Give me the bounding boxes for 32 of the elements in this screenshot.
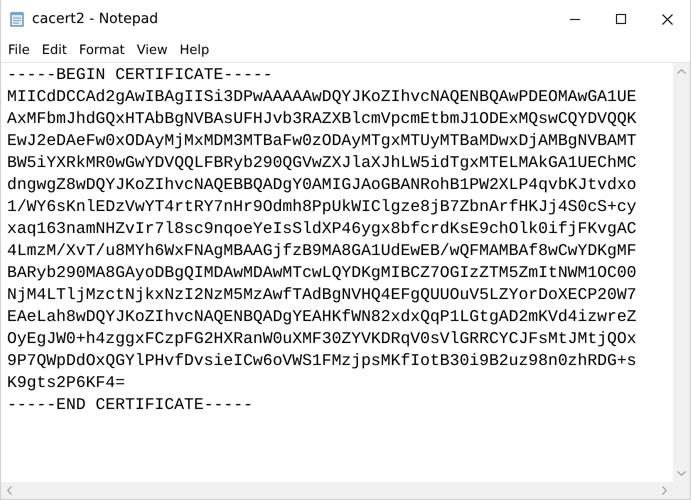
text-line: BARyb290MA8GAyoDBgQIMDAwMDAwMTcwLQYDKgMIBCZ7OGIzZTM5ZmItNWM1OC00	[7, 262, 638, 284]
scroll-down-icon	[677, 471, 686, 476]
text-line: 9P7QWpDdOxQGYlPHvfDvsieICw6oVWS1FMzjpsMKfIotB30i9B2uz98n0zhRDG+s	[7, 350, 638, 372]
window-title: cacert2 - Notepad	[32, 11, 160, 27]
notepad-icon	[9, 11, 25, 27]
text-line: BW5iYXRkMR0wGwYDVQQLFBRyb290QGVwZXJlaXJhLW5idTgxMTELMAkGA1UEChMC	[7, 152, 638, 174]
minimize-icon	[570, 18, 580, 20]
text-line: xaq163namNHZvIr7l8sc9nqoeYeIsSldXP46ygx8bfcrdKsE9chOlk0ifjFKvgAC	[7, 218, 638, 240]
text-line: 1/WY6sKnlEDzVwYT4rtRY7nHr9Odmh8PpUkWIClgze8jB7ZbnArfHKJj4S0cS+cy	[7, 196, 638, 218]
text-line: 4LmzM/XvT/u8MYh6WxFNAgMBAAGjfzB9MA8GA1UdEwEB/wQFMAMBAf8wCwYDKgMF	[7, 240, 638, 262]
menu-item[interactable]: Help	[174, 42, 216, 58]
menu-item[interactable]: File	[2, 42, 36, 58]
vertical-scrollbar[interactable]	[673, 63, 690, 482]
text-line: dngwgZ8wDQYJKoZIhvcNAQEBBQADgY0AMIGJAoGBANRohB1PW2XLP4qvbKJtvdxo	[7, 174, 638, 196]
horizontal-scrollbar[interactable]	[1, 482, 673, 499]
text-line: -----END CERTIFICATE-----	[7, 394, 254, 416]
text-line: AxMFbmJhdGQxHTAbBgNVBAsUFHJvb3RAZXBlcmVpcmEtbmJ1ODExMQswCQYDVQQK	[7, 108, 638, 130]
close-icon	[662, 14, 672, 24]
menu-item[interactable]: Edit	[36, 42, 73, 58]
text-line: -----BEGIN CERTIFICATE-----	[7, 64, 274, 86]
text-line: K9gts2P6KF4=	[7, 372, 126, 394]
scroll-right-icon	[662, 486, 667, 495]
scroll-up-icon	[677, 69, 686, 74]
text-line: MIICdDCCAd2gAwIBAgIISi3DPwAAAAAwDQYJKoZIhvcNAQENBQAwPDEOMAwGA1UE	[7, 86, 638, 108]
menu-item[interactable]: Format	[72, 42, 131, 58]
menu-item[interactable]: View	[130, 42, 174, 58]
text-line: EAeLah8wDQYJKoZIhvcNAQENBQADgYEAHKfWN82xdxQqP1LGtgAD2mKVd4izwreZ	[7, 306, 638, 328]
scroll-left-icon	[7, 486, 12, 495]
text-line: NjM4LTljMzctNjkxNzI2NzM5MzAwfTAdBgNVHQ4EFgQUUOuV5LZYorDoXECP20W7	[7, 284, 638, 306]
text-line: OyEgJW0+h4zggxFCzpFG2HXRanW0uXMF30ZYVKDRqV0sVlGRRCYCJFsMtJMtjQOx	[7, 328, 638, 350]
maximize-icon	[616, 14, 626, 24]
text-line: EwJ2eDAeFw0xODAyMjMxMDM3MTBaFw0zODAyMTgxMTUyMTBaMDwxDjAMBgNVBAMT	[7, 130, 638, 152]
